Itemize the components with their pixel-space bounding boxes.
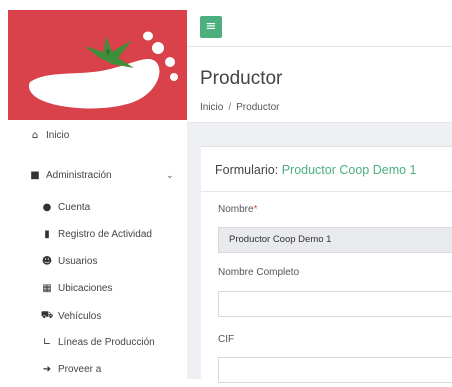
sidebar-item-label: Registro de Actividad — [58, 229, 152, 240]
menu-toggle-button[interactable]: ≡ — [200, 16, 222, 38]
chevron-down-icon[interactable]: ⌄ — [166, 171, 174, 181]
sidebar-item-label: Líneas de Producción — [58, 337, 155, 348]
form-title: Formulario: Productor Coop Demo 1 — [215, 163, 416, 177]
breadcrumb-separator: / — [228, 102, 232, 113]
briefcase-icon: ■ — [30, 170, 40, 181]
home-icon: ⌂ — [31, 130, 39, 141]
info-circle-icon: ● — [42, 202, 52, 213]
page-title: Productor — [200, 68, 283, 89]
sidebar-item-lineas-produccion[interactable]: ∟ Líneas de Producción — [40, 337, 155, 348]
sidebar-item-label: Inicio — [46, 130, 70, 141]
sidebar-item-ubicaciones[interactable]: ▦ Ubicaciones — [40, 283, 112, 294]
sidebar-item-label: Ubicaciones — [58, 283, 113, 294]
sidebar-item-inicio[interactable]: ⌂ Inicio — [28, 130, 70, 141]
nombre-field[interactable]: Productor Coop Demo 1 — [218, 227, 452, 253]
cif-label: CIF — [218, 334, 235, 345]
users-icon: ☻ — [41, 256, 53, 267]
sidebar: ⌂ Inicio ■ Administración ⌄ ● Cuenta ▮ R… — [0, 0, 187, 379]
tomato-footprint-logo[interactable] — [8, 10, 187, 120]
line-chart-icon: ∟ — [42, 337, 52, 348]
hamburger-icon: ≡ — [205, 19, 217, 34]
main-content: ≡ Productor Inicio / Productor Formulario:… — [187, 0, 452, 387]
truck-icon: ⛟ — [40, 310, 54, 321]
building-icon: ▦ — [42, 283, 52, 294]
page-header: ≡ Productor Inicio / Productor — [187, 0, 452, 123]
sidebar-item-administracion[interactable]: ■ Administración — [28, 170, 112, 181]
nombre-label: Nombre* — [218, 204, 257, 215]
sidebar-item-label: Cuenta — [58, 202, 91, 213]
form-title-name: Productor Coop Demo 1 — [281, 163, 417, 177]
sidebar-item-label: Proveer a — [58, 364, 102, 375]
sidebar-item-label: Vehículos — [58, 311, 102, 322]
nombre-label-text: Nombre — [218, 204, 254, 215]
nombre-completo-label: Nombre Completo — [218, 267, 300, 278]
sidebar-item-proveer-a[interactable]: ➜ Proveer a — [40, 364, 102, 375]
form-title-prefix: Formulario: — [215, 163, 282, 177]
arrow-circle-right-icon: ➜ — [42, 364, 52, 375]
cif-field[interactable] — [218, 357, 452, 383]
sidebar-item-cuenta[interactable]: ● Cuenta — [40, 202, 91, 213]
sidebar-item-registro-actividad[interactable]: ▮ Registro de Actividad — [40, 229, 152, 240]
required-mark: * — [253, 204, 258, 215]
breadcrumb-current: Productor — [236, 102, 280, 113]
breadcrumb: Inicio / Productor — [200, 102, 280, 113]
nombre-completo-field[interactable] — [218, 291, 452, 317]
sidebar-item-vehiculos[interactable]: ⛟ Vehículos — [40, 310, 102, 323]
form-card: Formulario: Productor Coop Demo 1 Nombre… — [201, 146, 452, 387]
clipboard-icon: ▮ — [44, 229, 50, 240]
sidebar-item-usuarios[interactable]: ☻ Usuarios — [40, 256, 98, 267]
sidebar-item-label: Usuarios — [58, 256, 98, 267]
sidebar-item-label: Administración — [46, 170, 112, 181]
form-card-header: Formulario: Productor Coop Demo 1 — [201, 147, 452, 192]
breadcrumb-home-link[interactable]: Inicio — [200, 102, 223, 113]
divider — [187, 46, 452, 47]
